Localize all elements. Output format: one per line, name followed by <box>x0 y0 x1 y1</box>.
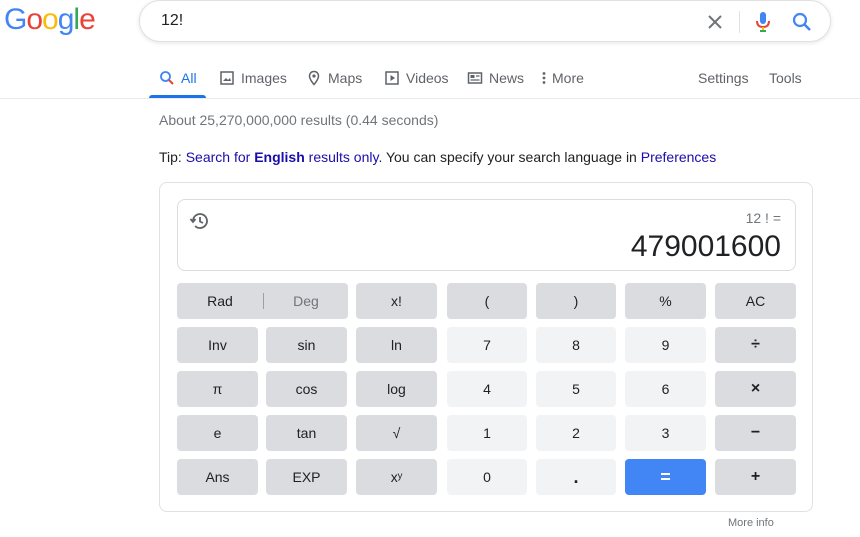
calculator-display: 12 ! = 479001600 <box>177 199 796 271</box>
history-icon[interactable] <box>189 210 211 232</box>
news-icon <box>467 70 483 86</box>
search-box <box>139 0 831 42</box>
tab-news[interactable]: News <box>467 67 524 89</box>
power-key[interactable]: xʸ <box>356 459 437 495</box>
percent-key[interactable]: % <box>625 283 706 319</box>
play-icon <box>384 70 400 86</box>
sin-key[interactable]: sin <box>266 327 347 363</box>
tab-label: News <box>489 70 525 86</box>
digit-3-key[interactable]: 3 <box>625 415 706 451</box>
tools-link[interactable]: Tools <box>769 67 802 89</box>
tab-all[interactable]: All <box>159 67 197 89</box>
ln-key[interactable]: ln <box>356 327 437 363</box>
search-tabs: All Images Maps Videos News More Setting… <box>0 58 860 99</box>
tip-link-text-end: results only <box>304 149 379 165</box>
cos-key[interactable]: cos <box>266 371 347 407</box>
digit-1-key[interactable]: 1 <box>447 415 527 451</box>
google-logo[interactable]: Google <box>4 3 96 36</box>
image-icon <box>219 70 235 86</box>
plus-key[interactable]: + <box>715 459 796 495</box>
minus-key[interactable]: − <box>715 415 796 451</box>
pi-key[interactable]: π <box>177 371 258 407</box>
equals-key[interactable]: = <box>625 459 706 495</box>
answer-key[interactable]: Ans <box>177 459 258 495</box>
all-clear-key[interactable]: AC <box>715 283 796 319</box>
more-info-link[interactable]: More info <box>728 517 774 529</box>
logo-letter: o <box>26 3 43 36</box>
calculator-result: 479001600 <box>630 230 781 263</box>
calculator-card: 12 ! = 479001600 Rad Deg x! ( ) % AC Inv… <box>159 182 813 512</box>
digit-0-key[interactable]: 0 <box>447 459 527 495</box>
microphone-icon[interactable] <box>751 9 775 35</box>
language-tip: Tip: Search for English results only. Yo… <box>159 149 716 165</box>
search-divider <box>739 11 740 33</box>
search-input[interactable] <box>161 9 681 33</box>
tan-key[interactable]: tan <box>266 415 347 451</box>
digit-7-key[interactable]: 7 <box>447 327 527 363</box>
calculator-expression: 12 ! = <box>745 210 781 226</box>
tip-bold-english: English <box>254 149 305 165</box>
left-paren-key[interactable]: ( <box>447 283 527 319</box>
tip-link-text: Search for <box>185 149 255 165</box>
right-paren-key[interactable]: ) <box>536 283 616 319</box>
tab-label: Videos <box>406 70 449 86</box>
inverse-key[interactable]: Inv <box>177 327 258 363</box>
multiply-key[interactable]: × <box>715 371 796 407</box>
english-results-link[interactable]: Search for English results only <box>186 149 379 165</box>
tab-label: More <box>552 70 584 86</box>
divide-key[interactable]: ÷ <box>715 327 796 363</box>
tab-label: Images <box>241 70 287 86</box>
clear-icon[interactable] <box>703 10 727 34</box>
digit-8-key[interactable]: 8 <box>536 327 616 363</box>
tab-images[interactable]: Images <box>219 67 287 89</box>
sqrt-key[interactable]: √ <box>356 415 437 451</box>
logo-letter: g <box>57 3 75 36</box>
digit-2-key[interactable]: 2 <box>536 415 616 451</box>
preferences-link[interactable]: Preferences <box>641 149 716 165</box>
logo-letter: e <box>79 3 96 36</box>
decimal-point-key[interactable]: . <box>536 459 616 495</box>
tab-maps[interactable]: Maps <box>306 67 362 89</box>
factorial-key[interactable]: x! <box>356 283 437 319</box>
active-tab-indicator <box>149 95 206 98</box>
digit-4-key[interactable]: 4 <box>447 371 527 407</box>
search-icon <box>159 70 175 86</box>
digit-5-key[interactable]: 5 <box>536 371 616 407</box>
settings-link[interactable]: Settings <box>698 67 749 89</box>
deg-option[interactable]: Deg <box>264 283 348 319</box>
more-vert-icon <box>540 70 548 86</box>
search-submit-icon[interactable] <box>790 9 814 35</box>
result-stats: About 25,270,000,000 results (0.44 secon… <box>159 112 439 128</box>
tab-label: Maps <box>328 70 363 86</box>
exp-key[interactable]: EXP <box>266 459 347 495</box>
euler-e-key[interactable]: e <box>177 415 258 451</box>
tab-label: All <box>181 70 197 86</box>
log-key[interactable]: log <box>356 371 437 407</box>
map-pin-icon <box>306 70 322 86</box>
tip-middle: . You can specify your search language i… <box>378 149 641 165</box>
rad-deg-toggle[interactable]: Rad Deg <box>177 283 348 319</box>
logo-letter: o <box>42 3 59 36</box>
tab-more[interactable]: More <box>540 67 584 89</box>
tip-prefix: Tip: <box>159 149 186 165</box>
rad-option[interactable]: Rad <box>177 283 263 319</box>
digit-9-key[interactable]: 9 <box>625 327 706 363</box>
logo-letter: G <box>4 3 27 36</box>
tab-videos[interactable]: Videos <box>384 67 449 89</box>
digit-6-key[interactable]: 6 <box>625 371 706 407</box>
